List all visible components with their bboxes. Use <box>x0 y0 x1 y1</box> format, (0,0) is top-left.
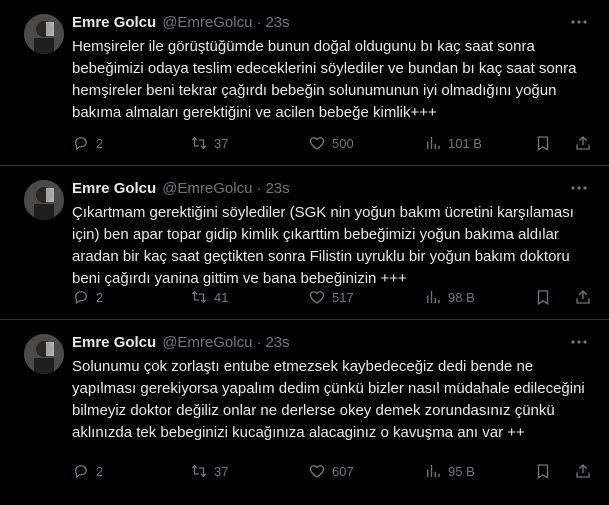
author-handle[interactable]: @EmreGolcu <box>162 13 252 33</box>
timestamp[interactable]: 23s <box>265 179 289 199</box>
views-icon <box>427 291 440 303</box>
tweet[interactable]: Emre Golcu @EmreGolcu · 23s Hemşireler i… <box>0 0 609 166</box>
reply-icon <box>75 291 87 305</box>
share-icon[interactable] <box>574 288 592 306</box>
heart-icon <box>309 137 325 150</box>
reply-icon <box>75 137 87 151</box>
like-button[interactable]: 607 <box>308 462 424 480</box>
separator-dot: · <box>256 334 262 351</box>
retweet-count: 41 <box>214 289 229 305</box>
separator-dot: · <box>256 14 262 31</box>
retweet-count: 37 <box>214 463 229 479</box>
retweet-count: 37 <box>214 135 229 151</box>
bookmark-icon[interactable] <box>534 134 552 152</box>
retweet-icon <box>191 464 207 478</box>
avatar[interactable] <box>24 14 64 54</box>
avatar[interactable] <box>24 180 64 220</box>
tweet-header: Emre Golcu @EmreGolcu · 23s <box>72 12 593 34</box>
tweet-text: Hemşireler ile görüştüğümde bunun doğal … <box>72 38 577 121</box>
retweet-icon <box>191 290 207 304</box>
views-button[interactable]: 95 B <box>424 462 536 480</box>
more-icon[interactable] <box>569 334 589 350</box>
tweet[interactable]: Emre Golcu @EmreGolcu · 23s Çıkartmam ge… <box>0 166 609 320</box>
tweet-extra-actions <box>534 461 592 481</box>
retweet-icon <box>191 136 207 150</box>
views-icon <box>427 137 440 149</box>
share-icon[interactable] <box>574 462 592 480</box>
tweet-actions: 2 37 500 101 B <box>72 133 592 153</box>
tweet-extra-actions <box>534 287 592 307</box>
retweet-button[interactable]: 37 <box>190 462 308 480</box>
separator-dot: · <box>256 180 262 197</box>
views-button[interactable]: 101 B <box>424 134 536 152</box>
heart-icon <box>309 291 325 304</box>
reply-button[interactable]: 2 <box>72 462 190 480</box>
bookmark-icon[interactable] <box>534 462 552 480</box>
tweet-header: Emre Golcu @EmreGolcu · 23s <box>72 178 593 200</box>
view-count: 98 B <box>448 289 475 305</box>
like-count: 607 <box>332 463 354 479</box>
view-count: 101 B <box>448 135 482 151</box>
like-count: 517 <box>332 289 354 305</box>
reply-count: 2 <box>96 135 104 151</box>
reply-count: 2 <box>96 463 104 479</box>
heart-icon <box>309 465 325 478</box>
view-count: 95 B <box>448 463 475 479</box>
views-icon <box>427 465 440 477</box>
reply-count: 2 <box>96 289 104 305</box>
timestamp[interactable]: 23s <box>265 13 289 33</box>
tweet[interactable]: Emre Golcu @EmreGolcu · 23s Solunumu çok… <box>0 320 609 505</box>
bookmark-icon[interactable] <box>534 288 552 306</box>
tweet-text: Solunumu çok zorlaştı entube etmezsek ka… <box>72 358 585 441</box>
more-icon[interactable] <box>569 14 589 30</box>
more-icon[interactable] <box>569 180 589 196</box>
views-button[interactable]: 98 B <box>424 288 536 306</box>
reply-icon <box>75 465 87 479</box>
avatar[interactable] <box>24 334 64 374</box>
tweet-text: Çıkartmam gerektiğini söylediler (SGK ni… <box>72 204 574 287</box>
timestamp[interactable]: 23s <box>265 333 289 353</box>
timeline: Emre Golcu @EmreGolcu · 23s Hemşireler i… <box>0 0 609 505</box>
like-button[interactable]: 517 <box>308 288 424 306</box>
tweet-actions: 2 41 517 98 B <box>72 287 592 307</box>
author-handle[interactable]: @EmreGolcu <box>162 179 252 199</box>
tweet-actions: 2 37 607 95 B <box>72 461 592 481</box>
reply-button[interactable]: 2 <box>72 134 190 152</box>
tweet-header: Emre Golcu @EmreGolcu · 23s <box>72 332 593 354</box>
retweet-button[interactable]: 41 <box>190 288 308 306</box>
share-icon[interactable] <box>574 134 592 152</box>
retweet-button[interactable]: 37 <box>190 134 308 152</box>
author-name[interactable]: Emre Golcu <box>72 333 156 353</box>
author-name[interactable]: Emre Golcu <box>72 13 156 33</box>
author-handle[interactable]: @EmreGolcu <box>162 333 252 353</box>
like-button[interactable]: 500 <box>308 134 424 152</box>
reply-button[interactable]: 2 <box>72 288 190 306</box>
author-name[interactable]: Emre Golcu <box>72 179 156 199</box>
like-count: 500 <box>332 135 354 151</box>
tweet-extra-actions <box>534 133 592 153</box>
